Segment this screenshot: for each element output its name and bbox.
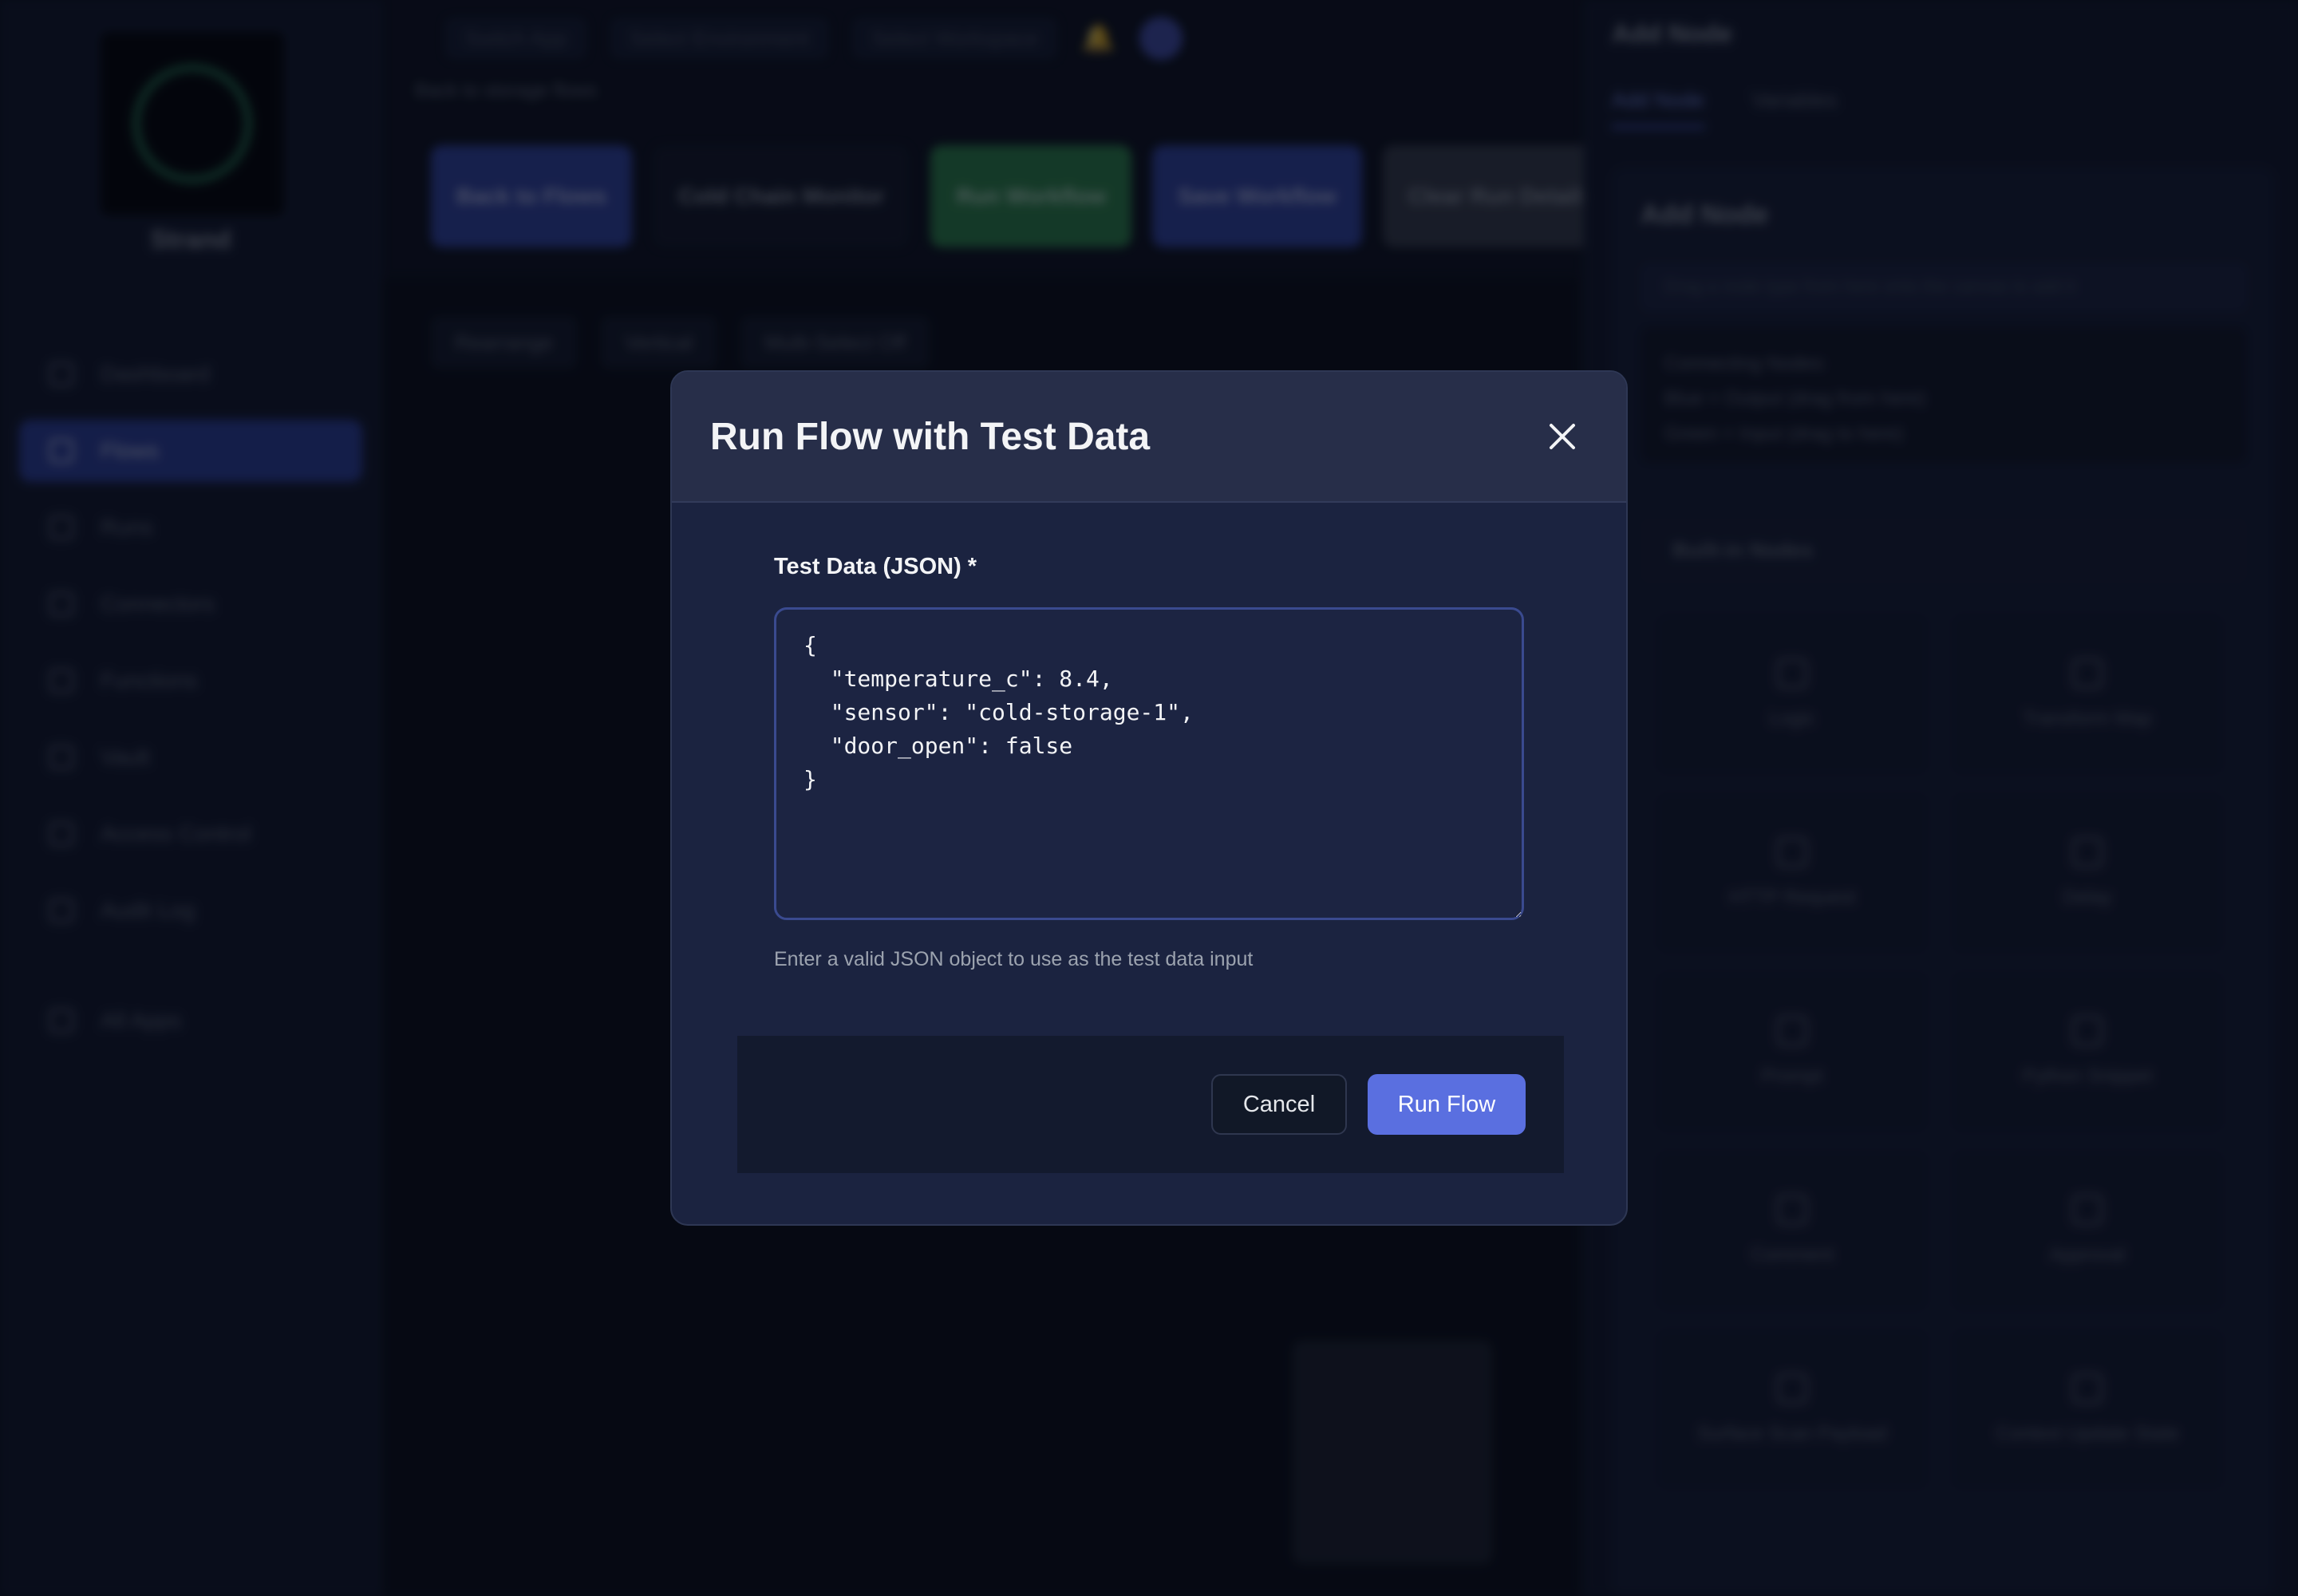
- run-flow-button[interactable]: Run Flow: [1368, 1074, 1526, 1135]
- cancel-button[interactable]: Cancel: [1211, 1074, 1347, 1135]
- test-data-label: Test Data (JSON) *: [774, 554, 977, 579]
- test-data-help-text: Enter a valid JSON object to use as the …: [774, 948, 1254, 970]
- dialog-header: Run Flow with Test Data: [672, 372, 1626, 503]
- close-button[interactable]: [1537, 411, 1588, 462]
- test-data-json-input[interactable]: { "temperature_c": 8.4, "sensor": "cold-…: [774, 607, 1524, 920]
- dialog-title: Run Flow with Test Data: [710, 415, 1151, 458]
- dialog-body: Test Data (JSON) * { "temperature_c": 8.…: [672, 503, 1626, 971]
- run-flow-dialog: Run Flow with Test Data Test Data (JSON)…: [670, 370, 1628, 1226]
- dialog-footer: Cancel Run Flow: [737, 1036, 1564, 1173]
- close-icon: [1550, 424, 1575, 449]
